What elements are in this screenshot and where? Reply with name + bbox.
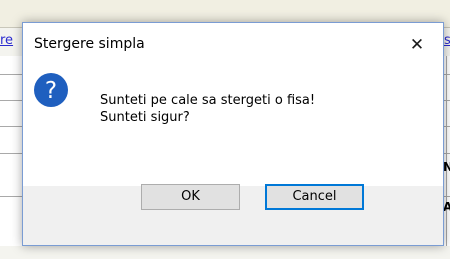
- dialog-message: Sunteti pe cale sa stergeti o fisa! Sunt…: [100, 92, 315, 126]
- message-line: Sunteti pe cale sa stergeti o fisa!: [100, 93, 316, 108]
- question-icon-glyph: ?: [45, 78, 57, 104]
- dialog-titlebar[interactable]: Stergere simpla ✕: [23, 23, 443, 67]
- dialog-body: [23, 67, 443, 186]
- cancel-button[interactable]: Cancel: [265, 184, 364, 210]
- background-row-letter: A: [443, 200, 450, 214]
- background-row-letter: N: [443, 160, 450, 174]
- dialog-title: Stergere simpla: [34, 36, 145, 52]
- ok-button[interactable]: OK: [141, 184, 240, 210]
- background-tab-left[interactable]: re: [0, 34, 23, 48]
- confirm-dialog: Stergere simpla ✕: [22, 22, 444, 246]
- close-icon[interactable]: ✕: [407, 35, 427, 55]
- question-icon: ?: [34, 73, 68, 107]
- grid-column-divider: [446, 56, 447, 246]
- message-line: Sunteti sigur?: [100, 110, 190, 125]
- background-tab-right[interactable]: sp: [444, 34, 450, 48]
